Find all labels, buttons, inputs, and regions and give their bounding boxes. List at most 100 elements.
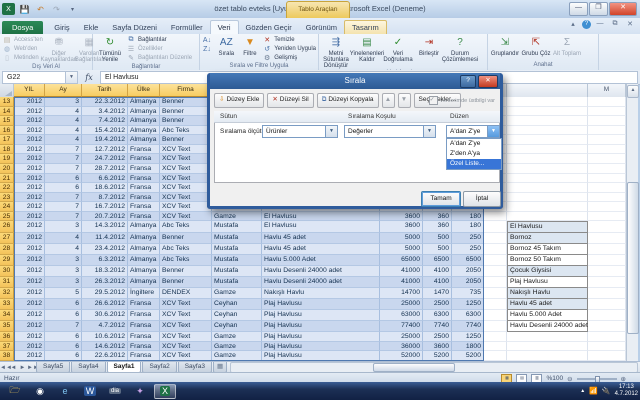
empty-cell[interactable] xyxy=(507,212,588,222)
table-cell[interactable]: 65000 xyxy=(380,255,423,266)
table-cell[interactable]: Gamze xyxy=(212,332,262,342)
empty-cell[interactable] xyxy=(588,255,626,266)
table-cell[interactable]: 2500 xyxy=(423,332,452,342)
side-list-item[interactable]: Havlu Desenli 24000 adet xyxy=(507,321,588,332)
table-cell[interactable]: 2012 xyxy=(14,255,45,266)
empty-cell[interactable] xyxy=(507,342,588,352)
table-cell[interactable]: 2012 xyxy=(14,212,45,222)
table-cell[interactable]: 500 xyxy=(423,233,452,244)
ribbon-item-sort-az-icon[interactable]: A↓ xyxy=(202,36,214,44)
table-cell[interactable]: 2050 xyxy=(452,266,484,277)
ribbon-item-gelişmiş[interactable]: ⚙Gelişmiş xyxy=(262,54,316,62)
row-header[interactable]: 31 xyxy=(0,277,14,288)
ribbon-button-sırala[interactable]: AZSırala xyxy=(215,35,238,57)
table-cell[interactable]: Almanya xyxy=(128,255,160,266)
sort-order-combo[interactable]: A'dan Z'ye ▼ xyxy=(446,125,500,138)
empty-cell[interactable] xyxy=(588,174,626,184)
empty-cell[interactable] xyxy=(588,233,626,244)
side-list-item[interactable]: Bornoz 50 Takım xyxy=(507,255,588,266)
table-cell[interactable]: Fransa xyxy=(128,332,160,342)
delete-level-button[interactable]: ✕ Düzeyi Sil xyxy=(267,93,313,108)
table-cell[interactable]: 14700 xyxy=(380,288,423,299)
table-cell[interactable]: Mustafa xyxy=(212,277,262,288)
table-cell[interactable]: İngiltere xyxy=(128,288,160,299)
table-cell[interactable]: XCV Text xyxy=(160,351,212,361)
maximize-button[interactable]: ❐ xyxy=(589,2,608,16)
table-cell[interactable]: 4 xyxy=(45,116,82,126)
table-cell[interactable]: XCV Text xyxy=(160,183,212,193)
table-cell[interactable]: 250 xyxy=(452,244,484,255)
table-cell[interactable]: 3 xyxy=(45,221,82,233)
table-cell[interactable]: Gamze xyxy=(212,212,262,222)
dropdown-option-2[interactable]: Özel Liste... xyxy=(447,159,501,169)
table-cell[interactable]: 77400 xyxy=(380,321,423,332)
save-icon[interactable]: 💾 xyxy=(18,3,31,15)
table-cell[interactable]: Gamze xyxy=(212,288,262,299)
network-icon[interactable]: 📶 xyxy=(589,387,598,395)
table-cell[interactable]: 500 xyxy=(423,244,452,255)
taskbar-clock[interactable]: 17:13 4.7.2012 xyxy=(615,384,638,398)
empty-cell[interactable] xyxy=(484,321,507,332)
power-icon[interactable]: 🔌 xyxy=(602,387,611,395)
table-cell[interactable]: 2012 xyxy=(14,332,45,342)
side-list-item[interactable]: Çocuk Giysisi xyxy=(507,266,588,277)
empty-cell[interactable] xyxy=(484,244,507,255)
table-cell[interactable]: 8.7.2012 xyxy=(82,193,128,203)
table-cell[interactable]: Havlu Desenli 24000 adet xyxy=(262,277,380,288)
table-cell[interactable]: 3.4.2012 xyxy=(82,107,128,117)
table-cell[interactable]: Gamze xyxy=(212,342,262,352)
table-cell[interactable]: 4 xyxy=(45,244,82,255)
empty-cell[interactable] xyxy=(507,202,588,212)
row-header[interactable]: 13 xyxy=(0,97,14,107)
row-header[interactable]: 22 xyxy=(0,183,14,193)
side-list-item[interactable]: Havlu 5.000 Adet xyxy=(507,310,588,321)
my-data-has-headers-checkbox[interactable]: ✓ Verilerimde üstbilgi var xyxy=(429,96,495,105)
empty-cell[interactable] xyxy=(507,164,588,174)
sort-dialog-title[interactable]: Sırala xyxy=(210,73,500,89)
table-cell[interactable]: 25000 xyxy=(380,332,423,342)
sort-on-combo[interactable]: Değerler ▼ xyxy=(344,125,436,138)
table-header-Ay[interactable]: Ay xyxy=(45,84,82,97)
table-cell[interactable]: 3600 xyxy=(380,212,423,222)
table-cell[interactable]: 26.6.2012 xyxy=(82,299,128,310)
table-cell[interactable]: 7 xyxy=(45,193,82,203)
row-header[interactable]: 23 xyxy=(0,193,14,203)
table-cell[interactable]: Mustafa xyxy=(212,244,262,255)
table-cell[interactable]: 2012 xyxy=(14,116,45,126)
empty-cell[interactable] xyxy=(588,212,626,222)
name-box[interactable]: G22 xyxy=(2,71,66,84)
ribbon-button-metni-sütunlara-dönüştür[interactable]: ⇶Metni Sütunlara Dönüştür xyxy=(321,35,351,69)
chevron-down-icon[interactable]: ▼ xyxy=(325,126,337,137)
table-cell[interactable]: 6300 xyxy=(423,310,452,321)
add-level-button[interactable]: ⇩ Düzey Ekle xyxy=(214,93,264,108)
table-cell[interactable]: 24.7.2012 xyxy=(82,154,128,164)
restore-window-icon[interactable]: ⧉ xyxy=(609,20,621,29)
taskbar-dia-icon[interactable]: dia xyxy=(104,384,126,399)
table-cell[interactable]: Abc Teks xyxy=(160,221,212,233)
table-cell[interactable]: Fransa xyxy=(128,342,160,352)
table-cell[interactable]: 14.3.2012 xyxy=(82,221,128,233)
table-cell[interactable]: 29.5.2012 xyxy=(82,288,128,299)
empty-cell[interactable] xyxy=(507,126,588,136)
table-cell[interactable]: 6500 xyxy=(452,255,484,266)
table-cell[interactable]: Almanya xyxy=(128,244,160,255)
tab-tasarım[interactable]: Tasarım xyxy=(344,20,387,34)
table-cell[interactable]: 3600 xyxy=(423,342,452,352)
row-header[interactable]: 14 xyxy=(0,107,14,117)
empty-cell[interactable] xyxy=(507,97,588,107)
table-cell[interactable]: 4 xyxy=(45,126,82,136)
table-cell[interactable]: 30.6.2012 xyxy=(82,310,128,321)
row-header[interactable]: 24 xyxy=(0,202,14,212)
empty-cell[interactable] xyxy=(484,351,507,361)
table-cell[interactable]: 4 xyxy=(45,107,82,117)
row-header[interactable]: 29 xyxy=(0,255,14,266)
table-cell[interactable]: 6 xyxy=(45,299,82,310)
table-cell[interactable]: 2012 xyxy=(14,97,45,107)
table-cell[interactable]: XCV Text xyxy=(160,164,212,174)
table-cell[interactable]: XCV Text xyxy=(160,299,212,310)
table-cell[interactable]: 2012 xyxy=(14,145,45,155)
table-cell[interactable]: 16.7.2012 xyxy=(82,202,128,212)
side-list-item[interactable]: Bornoz xyxy=(507,233,588,244)
table-header-YIL[interactable]: YIL xyxy=(14,84,45,97)
row-header[interactable]: 15 xyxy=(0,116,14,126)
